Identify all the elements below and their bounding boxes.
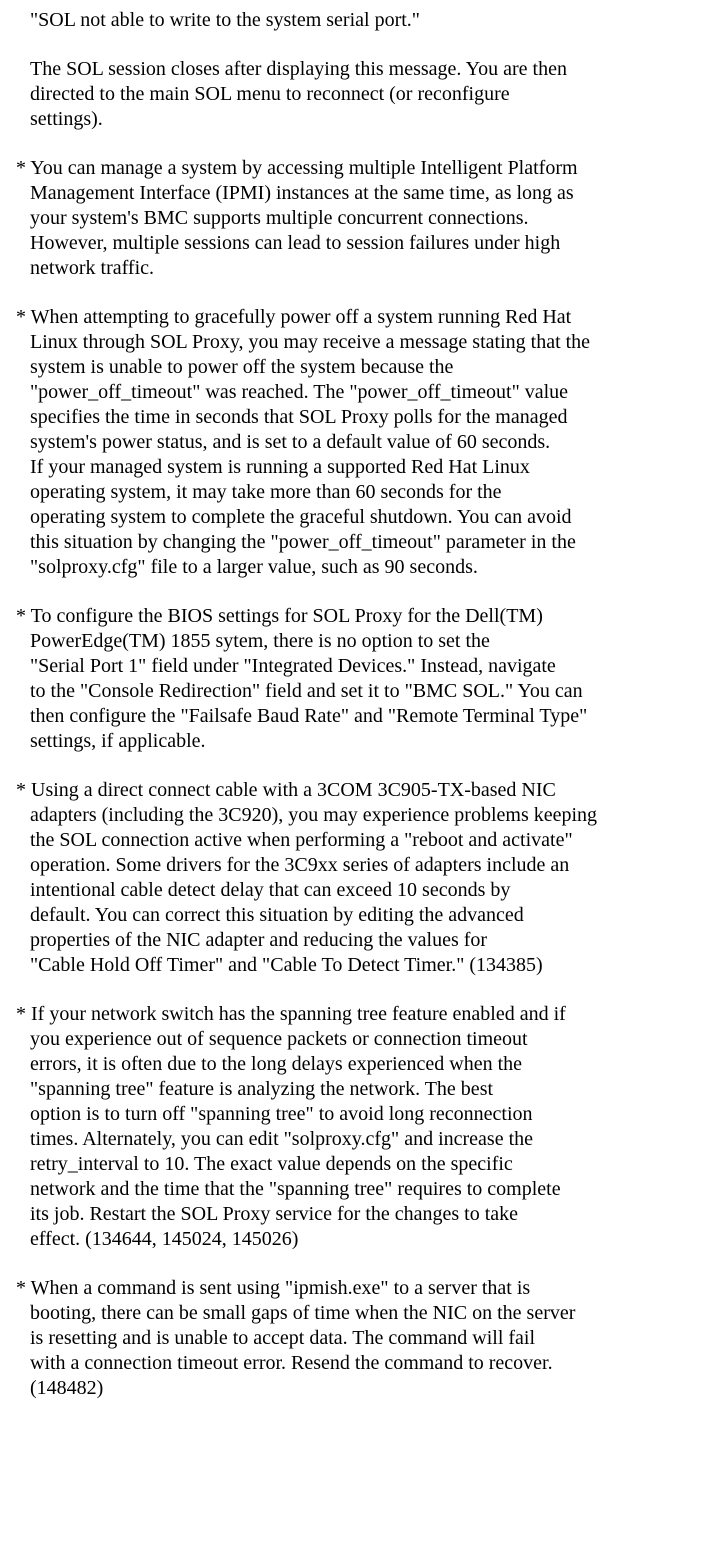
text-line: Linux through SOL Proxy, you may receive…	[12, 330, 711, 355]
paragraph: * When a command is sent using "ipmish.e…	[12, 1276, 711, 1401]
text-line: intentional cable detect delay that can …	[12, 878, 711, 903]
bullet-line: * To configure the BIOS settings for SOL…	[12, 604, 711, 629]
text-line: its job. Restart the SOL Proxy service f…	[12, 1202, 711, 1227]
text-line: errors, it is often due to the long dela…	[12, 1052, 711, 1077]
paragraph: The SOL session closes after displaying …	[12, 57, 711, 132]
text-line: you experience out of sequence packets o…	[12, 1027, 711, 1052]
text-line: the SOL connection active when performin…	[12, 828, 711, 853]
text-line: then configure the "Failsafe Baud Rate" …	[12, 704, 711, 729]
text-line: (148482)	[12, 1376, 711, 1401]
text-line: "solproxy.cfg" file to a larger value, s…	[12, 555, 711, 580]
paragraph: * You can manage a system by accessing m…	[12, 156, 711, 281]
text-line: this situation by changing the "power_of…	[12, 530, 711, 555]
text-line: is resetting and is unable to accept dat…	[12, 1326, 711, 1351]
text-line: properties of the NIC adapter and reduci…	[12, 928, 711, 953]
text-line: "power_off_timeout" was reached. The "po…	[12, 380, 711, 405]
text-line: retry_interval to 10. The exact value de…	[12, 1152, 711, 1177]
text-line: The SOL session closes after displaying …	[12, 57, 711, 82]
text-line: settings).	[12, 107, 711, 132]
text-line: with a connection timeout error. Resend …	[12, 1351, 711, 1376]
text-line: to the "Console Redirection" field and s…	[12, 679, 711, 704]
text-line: option is to turn off "spanning tree" to…	[12, 1102, 711, 1127]
bullet-line: * You can manage a system by accessing m…	[12, 156, 711, 181]
text-line: If your managed system is running a supp…	[12, 455, 711, 480]
paragraph: * To configure the BIOS settings for SOL…	[12, 604, 711, 754]
text-line: "Serial Port 1" field under "Integrated …	[12, 654, 711, 679]
text-line: However, multiple sessions can lead to s…	[12, 231, 711, 256]
text-line: system is unable to power off the system…	[12, 355, 711, 380]
bullet-line: * When a command is sent using "ipmish.e…	[12, 1276, 711, 1301]
text-line: operating system to complete the gracefu…	[12, 505, 711, 530]
text-line: adapters (including the 3C920), you may …	[12, 803, 711, 828]
text-line: booting, there can be small gaps of time…	[12, 1301, 711, 1326]
text-line: your system's BMC supports multiple conc…	[12, 206, 711, 231]
text-line: network and the time that the "spanning …	[12, 1177, 711, 1202]
text-line: default. You can correct this situation …	[12, 903, 711, 928]
paragraph: * Using a direct connect cable with a 3C…	[12, 778, 711, 978]
text-line: "spanning tree" feature is analyzing the…	[12, 1077, 711, 1102]
paragraph: * When attempting to gracefully power of…	[12, 305, 711, 580]
text-line: effect. (134644, 145024, 145026)	[12, 1227, 711, 1252]
text-line: "Cable Hold Off Timer" and "Cable To Det…	[12, 953, 711, 978]
text-line: times. Alternately, you can edit "solpro…	[12, 1127, 711, 1152]
text-line: network traffic.	[12, 256, 711, 281]
text-line: PowerEdge(TM) 1855 sytem, there is no op…	[12, 629, 711, 654]
text-line: Management Interface (IPMI) instances at…	[12, 181, 711, 206]
text-line: specifies the time in seconds that SOL P…	[12, 405, 711, 430]
paragraph: "SOL not able to write to the system ser…	[12, 8, 711, 33]
bullet-line: * Using a direct connect cable with a 3C…	[12, 778, 711, 803]
text-line: system's power status, and is set to a d…	[12, 430, 711, 455]
bullet-line: * If your network switch has the spannin…	[12, 1002, 711, 1027]
paragraph: * If your network switch has the spannin…	[12, 1002, 711, 1252]
text-line: operating system, it may take more than …	[12, 480, 711, 505]
bullet-line: * When attempting to gracefully power of…	[12, 305, 711, 330]
text-line: settings, if applicable.	[12, 729, 711, 754]
text-line: operation. Some drivers for the 3C9xx se…	[12, 853, 711, 878]
text-line: "SOL not able to write to the system ser…	[12, 8, 711, 33]
text-line: directed to the main SOL menu to reconne…	[12, 82, 711, 107]
document-body: "SOL not able to write to the system ser…	[12, 8, 711, 1401]
